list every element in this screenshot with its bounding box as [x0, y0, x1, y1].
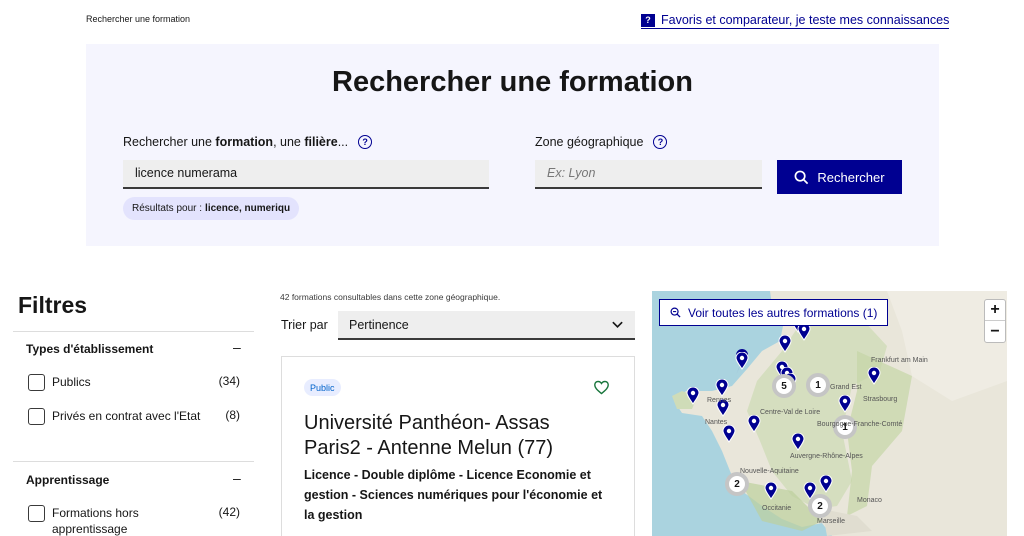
- map-pin-icon[interactable]: [819, 475, 833, 493]
- results-terms: licence, numeriqu: [205, 203, 291, 214]
- results-prefix: Résultats pour :: [132, 203, 203, 214]
- search-panel: Rechercher une formation Rechercher une …: [86, 44, 939, 246]
- help-link-label: Favoris et comparateur, je teste mes con…: [661, 13, 950, 27]
- map-pin-icon[interactable]: [735, 352, 749, 370]
- filter-option-count: (34): [218, 374, 240, 388]
- zoom-search-icon: [670, 307, 681, 318]
- zone-field-label: Zone géographique ?: [535, 135, 668, 149]
- map-label-grand-est: Grand Est: [830, 384, 862, 391]
- filters-title: Filtres: [18, 292, 88, 318]
- map-pin-icon[interactable]: [764, 482, 778, 500]
- show-other-formations-button[interactable]: Voir toutes les autres formations (1): [659, 299, 889, 326]
- map-pin-icon[interactable]: [715, 379, 729, 397]
- filter-option-prives[interactable]: Privés en contrat avec l'Etat (8): [28, 408, 240, 425]
- result-card[interactable]: Public Université Panthéon- Assas Paris2…: [281, 356, 635, 536]
- filter-group-title-apprentissage[interactable]: Apprentissage: [26, 473, 109, 487]
- filter-option-count: (8): [225, 408, 240, 422]
- collapse-icon[interactable]: –: [233, 470, 241, 486]
- map-label-auvergne: Auvergne-Rhône-Alpes: [790, 453, 863, 460]
- results-chip: Résultats pour : licence, numeriqu: [123, 197, 300, 220]
- map-pin-icon[interactable]: [838, 395, 852, 413]
- help-circle-icon[interactable]: ?: [653, 135, 668, 149]
- filter-option-label: Formations hors apprentissage: [52, 506, 139, 536]
- map-label-centre: Centre-Val de Loire: [760, 409, 821, 416]
- map-pin-icon[interactable]: [867, 367, 881, 385]
- map-label-nouvelle-aquitaine: Nouvelle-Aquitaine: [740, 468, 799, 475]
- checkbox[interactable]: [28, 505, 45, 522]
- help-circle-icon[interactable]: ?: [358, 135, 373, 149]
- zone-input[interactable]: Ex: Lyon: [535, 160, 762, 189]
- card-subtitle: Licence - Double diplôme - Licence Econo…: [304, 468, 603, 522]
- zoom-out-button[interactable]: −: [985, 321, 1005, 342]
- filter-option-label: Publics: [52, 375, 91, 389]
- label-text-filiere: filière: [304, 135, 338, 149]
- label-text-1: Rechercher une: [123, 135, 216, 149]
- zone-label-text: Zone géographique: [535, 135, 644, 149]
- map-cluster[interactable]: 1: [806, 373, 830, 397]
- map-label-nantes: Nantes: [705, 419, 728, 426]
- map-label-bourgogne: Bourgogne-Franche-Comté: [817, 421, 903, 428]
- filter-option-hors-apprentissage[interactable]: Formations hors apprentissage (42): [28, 505, 240, 536]
- filter-option-publics[interactable]: Publics (34): [28, 374, 240, 391]
- map-label-frankfurt: Frankfurt am Main: [871, 357, 928, 364]
- filter-option-label: Privés en contrat avec l'Etat: [52, 409, 201, 423]
- collapse-icon[interactable]: –: [233, 339, 241, 355]
- show-other-formations-label: Voir toutes les autres formations (1): [688, 305, 878, 320]
- page-title: Rechercher une formation: [332, 66, 693, 98]
- map-pin-icon[interactable]: [791, 433, 805, 451]
- question-icon: ?: [641, 13, 655, 27]
- filter-group-title-types[interactable]: Types d'établissement: [26, 342, 153, 356]
- filter-option-count: (42): [218, 505, 240, 519]
- search-button-label: Rechercher: [817, 169, 885, 185]
- divider: [13, 461, 254, 462]
- search-field-label: Rechercher une formation, une filière...…: [123, 135, 373, 149]
- zoom-control: + −: [984, 299, 1006, 343]
- search-button[interactable]: Rechercher: [777, 160, 902, 194]
- map-label-occitanie: Occitanie: [762, 505, 792, 512]
- map-label-monaco: Monaco: [857, 497, 882, 504]
- checkbox[interactable]: [28, 408, 45, 425]
- help-link[interactable]: ? Favoris et comparateur, je teste mes c…: [641, 13, 950, 29]
- label-text-3: ...: [337, 135, 349, 149]
- map-label-rennes: Rennes: [707, 397, 732, 404]
- label-text-2: , une: [273, 135, 305, 149]
- breadcrumb[interactable]: Rechercher une formation: [86, 14, 190, 24]
- checkbox[interactable]: [28, 374, 45, 391]
- divider: [13, 331, 254, 332]
- map-cluster[interactable]: 5: [772, 374, 796, 398]
- zoom-in-button[interactable]: +: [985, 300, 1005, 321]
- sort-select[interactable]: Pertinence: [338, 311, 635, 340]
- map-pin-icon[interactable]: [686, 387, 700, 405]
- heart-icon[interactable]: [593, 379, 610, 396]
- map-label-marseille: Marseille: [817, 518, 846, 525]
- label-text-formation: formation: [215, 135, 274, 149]
- map-label-strasbourg: Strasbourg: [863, 396, 898, 403]
- map-pin-icon[interactable]: [722, 425, 736, 443]
- map-pin-icon[interactable]: [747, 415, 761, 433]
- results-count: 42 formations consultables dans cette zo…: [280, 292, 501, 302]
- status-badge: Public: [304, 379, 341, 396]
- map-cluster[interactable]: 2: [725, 472, 749, 496]
- search-input[interactable]: licence numerama: [123, 160, 489, 189]
- chevron-down-icon: [612, 321, 623, 329]
- map-pin-icon[interactable]: [778, 335, 792, 353]
- sort-label: Trier par: [281, 318, 328, 332]
- sort-value: Pertinence: [349, 317, 409, 332]
- map-cluster[interactable]: 2: [808, 494, 832, 518]
- map[interactable]: 12215 Frankfurt am Main Strasbourg Renne…: [652, 291, 1007, 536]
- search-icon: [794, 170, 809, 184]
- card-title[interactable]: Université Panthéon- Assas Paris2 - Ante…: [304, 411, 604, 461]
